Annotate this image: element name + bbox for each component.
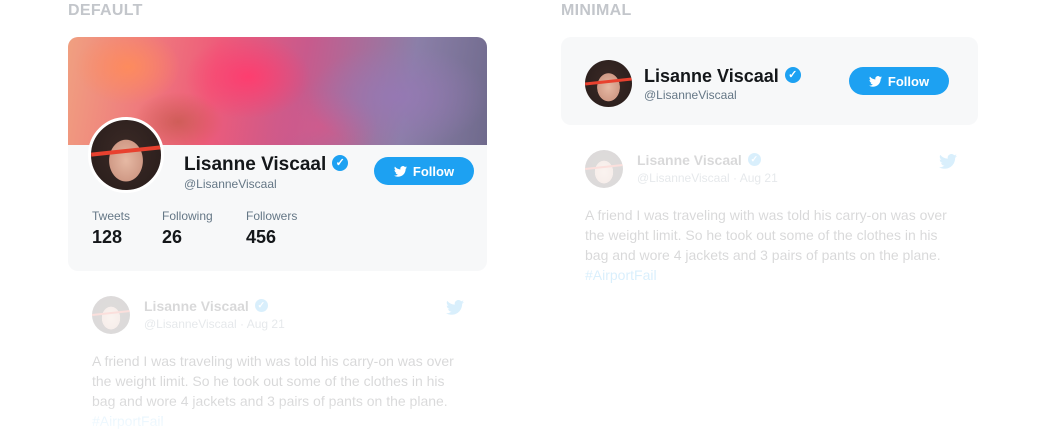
verified-badge-icon: ✓ (784, 67, 801, 84)
tweet-meta: @LisanneViscaal · Aug 21 (637, 171, 778, 185)
profile-handle[interactable]: @LisanneViscaal (644, 88, 737, 102)
verified-badge-icon: ✓ (254, 298, 268, 312)
tweet-author-name: Lisanne Viscaal ✓ (637, 152, 761, 168)
twitter-bird-icon (446, 300, 464, 315)
profile-name-text: Lisanne Viscaal (644, 66, 779, 86)
tweet-text: A friend I was traveling with was told h… (585, 205, 957, 285)
twitter-bird-icon (868, 75, 882, 87)
twitter-bird-icon (939, 154, 957, 169)
tweet-handle: @LisanneViscaal (637, 171, 730, 185)
tweet-avatar (92, 296, 130, 334)
verified-badge-icon: ✓ (332, 154, 349, 171)
follow-button[interactable]: Follow (374, 157, 474, 185)
profile-avatar[interactable] (585, 60, 632, 107)
follow-button[interactable]: Follow (849, 67, 949, 95)
stat-label-followers: Followers (246, 209, 298, 223)
profile-avatar[interactable] (88, 117, 164, 193)
tweet-separator: · (240, 317, 245, 331)
tweet-hashtag: #AirportFail (585, 267, 657, 283)
tweet-body: A friend I was traveling with was told h… (585, 207, 947, 263)
tweet-meta: @LisanneViscaal · Aug 21 (144, 317, 285, 331)
tweet-author-name-text: Lisanne Viscaal (637, 152, 742, 168)
profile-handle[interactable]: @LisanneViscaal (184, 177, 277, 191)
stat-value-tweets[interactable]: 128 (92, 227, 122, 248)
tweet-separator: · (733, 171, 738, 185)
stat-value-following[interactable]: 26 (162, 227, 182, 248)
verified-badge-icon: ✓ (747, 152, 761, 166)
tweet-handle: @LisanneViscaal (144, 317, 237, 331)
profile-card-minimal: Lisanne Viscaal ✓ @LisanneViscaal Follow (561, 37, 978, 125)
tweet-preview-minimal: Lisanne Viscaal ✓ @LisanneViscaal · Aug 2… (585, 150, 957, 300)
tweet-avatar (585, 150, 623, 188)
section-label-default: DEFAULT (68, 2, 143, 19)
profile-name[interactable]: Lisanne Viscaal ✓ (644, 66, 801, 87)
follow-button-label: Follow (412, 163, 455, 179)
tweet-date: Aug 21 (246, 317, 285, 331)
section-label-minimal: MINIMAL (561, 2, 632, 19)
bottom-fade-overlay (0, 401, 1050, 441)
stat-label-tweets: Tweets (92, 209, 131, 223)
stat-label-following: Following (162, 209, 213, 223)
profile-card-default: Lisanne Viscaal ✓ @LisanneViscaal Follow … (68, 37, 487, 271)
stat-value-followers[interactable]: 456 (246, 227, 276, 248)
follow-button-label: Follow (887, 73, 930, 89)
tweet-author-name-text: Lisanne Viscaal (144, 298, 249, 314)
tweet-date: Aug 21 (739, 171, 778, 185)
tweet-author-name: Lisanne Viscaal ✓ (144, 298, 268, 314)
twitter-bird-icon (393, 165, 407, 177)
profile-name[interactable]: Lisanne Viscaal ✓ (184, 154, 349, 176)
profile-name-text: Lisanne Viscaal (184, 154, 327, 175)
